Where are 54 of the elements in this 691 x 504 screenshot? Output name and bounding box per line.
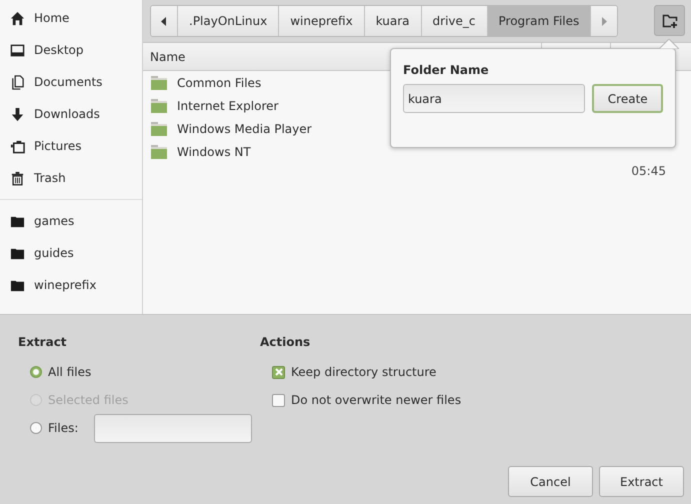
documents-icon [10, 74, 25, 90]
camera-icon [10, 138, 25, 154]
file-name[interactable]: Windows NT [177, 144, 251, 158]
file-name[interactable]: Windows Media Player [177, 122, 312, 136]
sidebar-item[interactable]: Downloads [0, 98, 142, 130]
down-arrow-icon [10, 106, 25, 122]
checkbox[interactable] [272, 366, 285, 378]
section-heading: Actions [260, 335, 312, 349]
path-segment[interactable]: Program Files [488, 6, 592, 36]
option-label: All files [48, 365, 92, 379]
create-button[interactable]: Create [592, 84, 663, 113]
sidebar-item[interactable]: Documents [0, 66, 142, 98]
folder-icon [151, 76, 167, 90]
path-segment[interactable]: wineprefix [279, 6, 365, 36]
sidebar-item[interactable]: Desktop [0, 34, 142, 66]
files-field[interactable] [94, 414, 252, 442]
sidebar-item[interactable]: wineprefix [0, 269, 142, 301]
popover-title: Folder Name [403, 63, 490, 77]
sidebar-item[interactable]: Trash [0, 162, 142, 194]
left-caret-icon [161, 16, 167, 26]
checkbox[interactable] [272, 394, 285, 406]
radio-button[interactable] [30, 366, 42, 378]
folder-icon [151, 98, 167, 112]
path-segment[interactable]: .PlayOnLinux [178, 6, 280, 36]
trash-icon [10, 170, 25, 186]
file-name[interactable]: Internet Explorer [177, 98, 278, 112]
folder-icon [151, 144, 167, 158]
dialog-button[interactable]: Cancel [508, 466, 593, 497]
check-mark-icon [274, 368, 282, 376]
monitor-icon [10, 42, 25, 58]
folder-plus-icon [662, 12, 678, 28]
checkbox-label: Do not overwrite newer files [291, 393, 462, 407]
sidebar-item[interactable]: Pictures [0, 130, 142, 162]
radio-option[interactable]: Files: [30, 421, 78, 435]
sidebar-item[interactable]: games [0, 205, 142, 237]
path-segment[interactable]: kuara [364, 6, 422, 36]
scroll-right-button[interactable] [591, 6, 618, 36]
new-folder-button[interactable] [654, 5, 685, 36]
option-label: Files: [48, 421, 78, 435]
section-heading: Extract [18, 335, 68, 349]
folder-icon [151, 122, 167, 136]
scroll-left-button[interactable] [151, 6, 178, 36]
dialog-button[interactable]: Extract [599, 466, 684, 497]
sidebar-item[interactable]: guides [0, 237, 142, 269]
checkbox-label: Keep directory structure [291, 365, 436, 379]
modified-time: 05:45 [631, 164, 666, 178]
path-segment[interactable]: drive_c [422, 6, 488, 36]
folder-name-field[interactable]: kuara [403, 84, 586, 113]
radio-button[interactable] [30, 422, 42, 434]
radio-option[interactable]: All files [30, 365, 92, 379]
home-icon [10, 10, 25, 26]
right-caret-icon [601, 16, 608, 26]
file-name[interactable]: Common Files [177, 76, 262, 90]
sidebar-item[interactable]: Home [0, 2, 142, 34]
